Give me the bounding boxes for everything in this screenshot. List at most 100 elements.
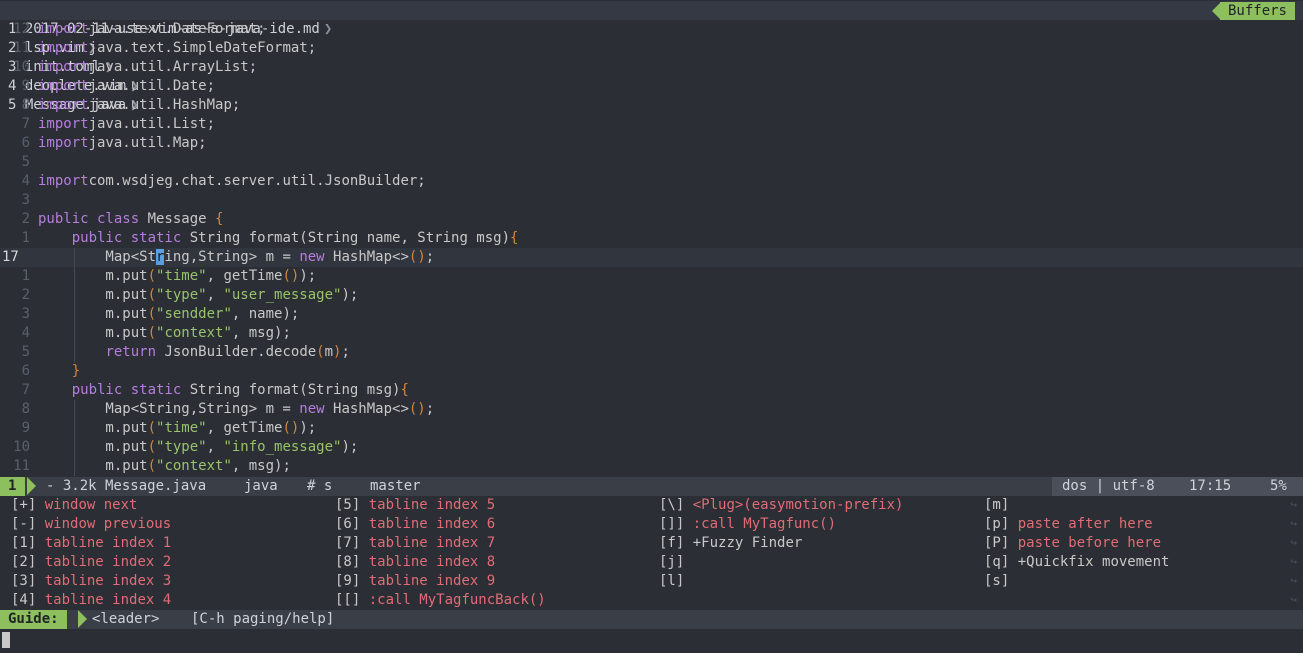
code-token: {: [400, 382, 409, 398]
guide-item[interactable]: [q] +Quickfix movement: [984, 553, 1169, 572]
code-token: (: [147, 268, 157, 284]
status-info: # s: [307, 478, 333, 494]
code-token: (: [147, 439, 157, 455]
guide-item[interactable]: [j]: [659, 553, 903, 572]
code-token: (): [282, 420, 300, 436]
guide-item[interactable]: []] :call MyTagfunc(): [659, 515, 903, 534]
guide-item[interactable]: [s]: [984, 572, 1169, 591]
guide-item[interactable]: [f] +Fuzzy Finder: [659, 534, 903, 553]
code-line[interactable]: 3 m.put("sendder", name);: [0, 305, 1303, 324]
code-token: );: [299, 420, 317, 436]
line-number: 9: [21, 420, 30, 436]
code-line[interactable]: 7 importjava.util.List;: [0, 115, 1303, 134]
code-line[interactable]: 1 public static String format(String nam…: [0, 229, 1303, 248]
code-token: {: [510, 230, 519, 246]
line-number: 7: [21, 382, 30, 398]
guide-key: [6]: [335, 516, 361, 532]
guide-key: [q]: [984, 554, 1010, 570]
code-token: (: [147, 420, 157, 436]
guide-item[interactable]: [4] tabline index 4: [11, 591, 171, 610]
indent-guide: [74, 305, 75, 324]
guide-description: <Plug>(easymotion-prefix): [692, 497, 904, 513]
buffers-button[interactable]: Buffers: [1219, 2, 1295, 20]
indent-guide: [74, 400, 75, 419]
guide-item[interactable]: [7] tabline index 7: [335, 534, 546, 553]
guide-key: [+]: [11, 497, 37, 513]
editor-buffer[interactable]: 12 importjava.text.DateFormat; 11 importjav…: [0, 20, 1303, 476]
code-line[interactable]: 2 m.put("type", "user_message");: [0, 286, 1303, 305]
code-token: HashMap<>: [333, 401, 409, 417]
code-line[interactable]: 4 importcom.wsdjeg.chat.server.util.JsonB…: [0, 172, 1303, 191]
code-line[interactable]: 8 Map<String,String> m = new HashMap<>()…: [0, 400, 1303, 419]
statusline: 1 - 3.2k Message.java java # s master do…: [0, 477, 1303, 496]
code-line[interactable]: 7 public static String format(String msg…: [0, 381, 1303, 400]
guide-item[interactable]: [2] tabline index 2: [11, 553, 171, 572]
guide-item[interactable]: [8] tabline index 8: [335, 553, 546, 572]
guide-item[interactable]: [5] tabline index 5: [335, 496, 546, 515]
code-token: (): [282, 268, 300, 284]
code-line[interactable]: 2 public class Message {: [0, 210, 1303, 229]
wrap-arrow-icon: ↪: [1290, 574, 1297, 587]
code-line[interactable]: 5 return JsonBuilder.decode(m);: [0, 343, 1303, 362]
guide-item[interactable]: [-] window previous: [11, 515, 171, 534]
code-line[interactable]: 10 importjava.util.ArrayList;: [0, 58, 1303, 77]
line-number: 12: [13, 21, 30, 37]
guide-item[interactable]: [[] :call MyTagfuncBack(): [335, 591, 546, 610]
guide-item[interactable]: [1] tabline index 1: [11, 534, 171, 553]
guide-item[interactable]: [9] tabline index 9: [335, 572, 546, 591]
code-token: ;: [425, 249, 435, 265]
code-token: HashMap<>: [333, 249, 409, 265]
code-token: (: [147, 325, 157, 341]
code-line[interactable]: 1 m.put("time", getTime());: [0, 267, 1303, 286]
indent-guide: [74, 286, 75, 305]
code-token: new: [299, 401, 334, 417]
code-token: );: [341, 287, 359, 303]
line-number: 3: [21, 306, 30, 322]
tabline: 1 2017-02-11-use-vim-as-a-java-ide.md ❯ 2…: [0, 1, 1303, 113]
code-line[interactable]: 10 m.put("type", "info_message");: [0, 438, 1303, 457]
guide-item[interactable]: [l]: [659, 572, 903, 591]
code-token: , getTime: [206, 268, 283, 284]
code-token: "time": [156, 420, 207, 436]
line-number: 1: [21, 268, 30, 284]
code-text: m.put("type", "user_message");: [38, 286, 358, 305]
code-line[interactable]: 11 m.put("context", msg);: [0, 457, 1303, 476]
guide-item[interactable]: [6] tabline index 6: [335, 515, 546, 534]
guide-item[interactable]: [3] tabline index 3: [11, 572, 171, 591]
code-token: ,: [206, 287, 224, 303]
code-line[interactable]: 17 Map<String,String> m = new HashMap<>(…: [0, 248, 1303, 267]
guide-key: [5]: [335, 497, 361, 513]
code-token: public static: [71, 382, 190, 398]
guide-item[interactable]: [+] window next: [11, 496, 171, 515]
guide-item[interactable]: [p] paste after here: [984, 515, 1169, 534]
guide-column: [m] [p] paste after here [P] paste before…: [984, 496, 1169, 591]
guide-description: tabline index 5: [368, 497, 496, 513]
code-token: m.put: [38, 420, 148, 436]
code-token: Message: [147, 211, 216, 227]
code-line[interactable]: 11 importjava.text.SimpleDateFormat;: [0, 39, 1303, 58]
code-text: m.put("time", getTime());: [38, 267, 316, 286]
code-line[interactable]: 9 importjava.util.Date;: [0, 77, 1303, 96]
line-number: 1: [21, 230, 30, 246]
code-token: java.util.Map;: [88, 135, 207, 151]
indent-guide: [74, 324, 75, 343]
code-token: com.wsdjeg.chat.server.util.JsonBuilder;: [88, 173, 426, 189]
code-text: Map<String,String> m = new HashMap<>();: [38, 248, 434, 267]
code-line[interactable]: 9 m.put("time", getTime());: [0, 419, 1303, 438]
code-line[interactable]: 3: [0, 191, 1303, 210]
code-line[interactable]: 6 }: [0, 362, 1303, 381]
cursor-position: 17:15: [1189, 478, 1232, 494]
code-token: m.put: [38, 458, 148, 474]
code-line[interactable]: 6 importjava.util.Map;: [0, 134, 1303, 153]
code-line[interactable]: 4 m.put("context", msg);: [0, 324, 1303, 343]
guide-help[interactable]: [C-h paging/help]: [191, 610, 334, 629]
code-line[interactable]: 8 importjava.util.HashMap;: [0, 96, 1303, 115]
guide-item[interactable]: [\] <Plug>(easymotion-prefix): [659, 496, 903, 515]
code-line[interactable]: 12 importjava.text.DateFormat;: [0, 20, 1303, 39]
guide-item[interactable]: [m]: [984, 496, 1169, 515]
code-token: , getTime: [206, 420, 283, 436]
code-line[interactable]: 5: [0, 153, 1303, 172]
command-line[interactable]: [0, 630, 1303, 649]
guide-item[interactable]: [P] paste before here: [984, 534, 1169, 553]
